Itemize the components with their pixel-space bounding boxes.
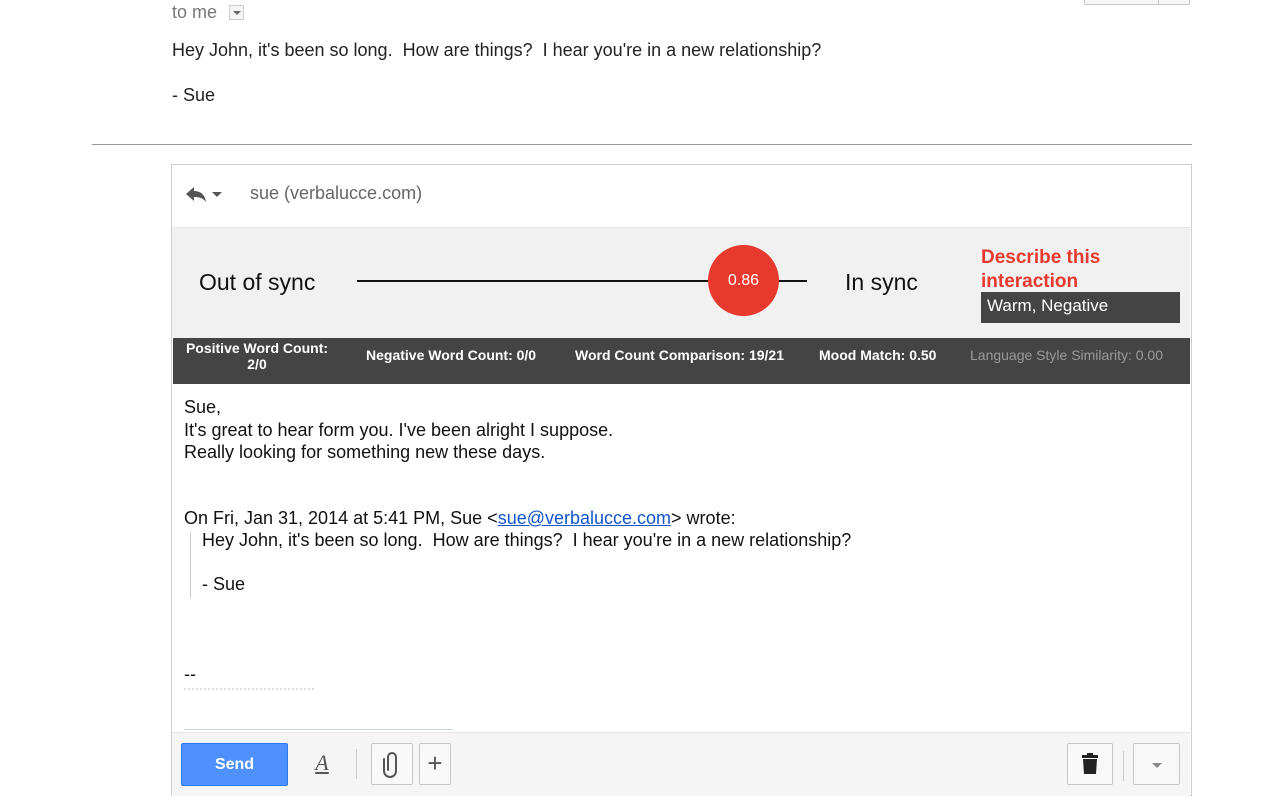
more-options-icon[interactable] bbox=[1133, 743, 1180, 785]
reply-body[interactable]: Sue, It's great to hear form you. I've b… bbox=[184, 396, 613, 464]
language-style-similarity-stat: Language Style Similarity: 0.00 bbox=[970, 347, 1163, 363]
paperclip-icon bbox=[383, 752, 397, 778]
reply-body-line: It's great to hear form you. I've been a… bbox=[184, 419, 614, 440]
quoted-signature: - Sue bbox=[202, 574, 246, 594]
in-sync-label: In sync bbox=[845, 269, 918, 295]
quote-bar bbox=[190, 532, 191, 598]
recipient-to-me: to me bbox=[172, 2, 218, 22]
positive-word-count-label: Positive Word Count: bbox=[185, 340, 329, 356]
attach-file-button[interactable] bbox=[371, 743, 413, 785]
send-button[interactable]: Send bbox=[181, 743, 288, 786]
positive-word-count-value: 2/0 bbox=[247, 356, 267, 372]
out-of-sync-label: Out of sync bbox=[199, 269, 316, 295]
quote-attribution-suffix: > wrote: bbox=[671, 508, 736, 528]
message-signature-line: - Sue bbox=[172, 85, 216, 105]
quote-attribution: On Fri, Jan 31, 2014 at 5:41 PM, Sue <su… bbox=[184, 508, 736, 529]
message-actions-button-group[interactable] bbox=[1084, 0, 1190, 5]
reply-body-line: Sue, bbox=[184, 397, 222, 417]
reply-type-menu[interactable] bbox=[184, 183, 224, 207]
message-body-line: Hey John, it's been so long. How are thi… bbox=[172, 40, 822, 60]
word-count-comparison-stat: Word Count Comparison: 19/21 bbox=[575, 347, 784, 363]
thread-divider bbox=[92, 144, 1192, 145]
format-text-icon[interactable]: A bbox=[310, 748, 334, 780]
toolbar-separator bbox=[356, 749, 357, 779]
reply-body-line: Really looking for something new these d… bbox=[184, 442, 546, 462]
describe-interaction-heading: Describe this interaction bbox=[981, 247, 1101, 292]
discard-draft-button[interactable] bbox=[1067, 743, 1113, 785]
trash-icon bbox=[1082, 753, 1098, 774]
show-details-dropdown-icon[interactable] bbox=[229, 5, 244, 20]
negative-word-count-stat: Negative Word Count: 0/0 bbox=[366, 347, 537, 363]
button-separator bbox=[1158, 0, 1159, 4]
sync-score-marker: 0.86 bbox=[708, 245, 779, 316]
quote-attribution-prefix: On Fri, Jan 31, 2014 at 5:41 PM, Sue < bbox=[184, 508, 498, 528]
faded-signature-text bbox=[184, 688, 314, 692]
interaction-description: Warm, Negative bbox=[981, 292, 1180, 323]
recipient-field[interactable]: sue (verbalucce.com) bbox=[250, 183, 422, 204]
plus-icon[interactable]: + bbox=[419, 743, 451, 785]
chevron-down-icon bbox=[212, 192, 222, 197]
faded-link-underline bbox=[184, 729, 452, 730]
signature-separator: -- bbox=[184, 664, 196, 684]
reply-icon bbox=[186, 187, 206, 202]
toolbar-separator bbox=[1123, 751, 1124, 781]
sender-email-link[interactable]: sue@verbalucce.com bbox=[498, 508, 671, 528]
positive-word-count-stat: Positive Word Count: 2/0 bbox=[181, 340, 333, 372]
quoted-line: Hey John, it's been so long. How are thi… bbox=[202, 530, 852, 550]
mood-match-stat: Mood Match: 0.50 bbox=[819, 347, 937, 363]
stats-bar: Positive Word Count: 2/0 Negative Word C… bbox=[173, 338, 1190, 384]
